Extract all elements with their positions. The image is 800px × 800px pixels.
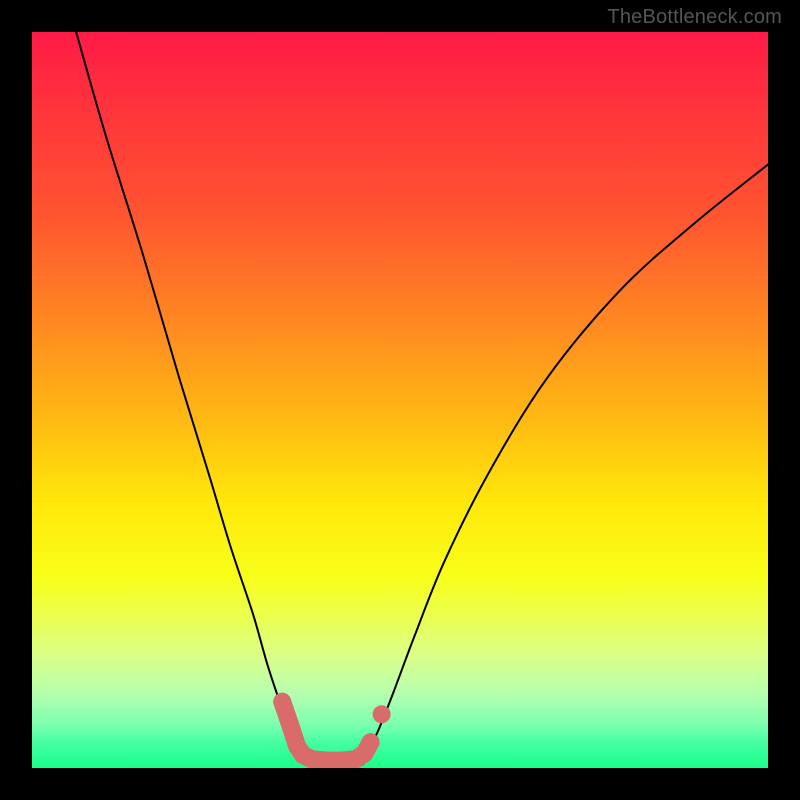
marker-right-cluster-2 <box>362 733 380 751</box>
chart-svg <box>32 32 768 768</box>
chart-frame: TheBottleneck.com <box>0 0 800 800</box>
curve-layer <box>76 32 768 766</box>
plot-area <box>32 32 768 768</box>
marker-left-cluster-2 <box>282 719 300 737</box>
marker-layer <box>273 693 390 768</box>
series-left-branch <box>76 32 304 761</box>
marker-left-cluster-1 <box>273 693 291 711</box>
watermark-text: TheBottleneck.com <box>607 6 782 29</box>
series-right-branch <box>363 164 768 760</box>
marker-right-gap-1 <box>373 705 391 723</box>
